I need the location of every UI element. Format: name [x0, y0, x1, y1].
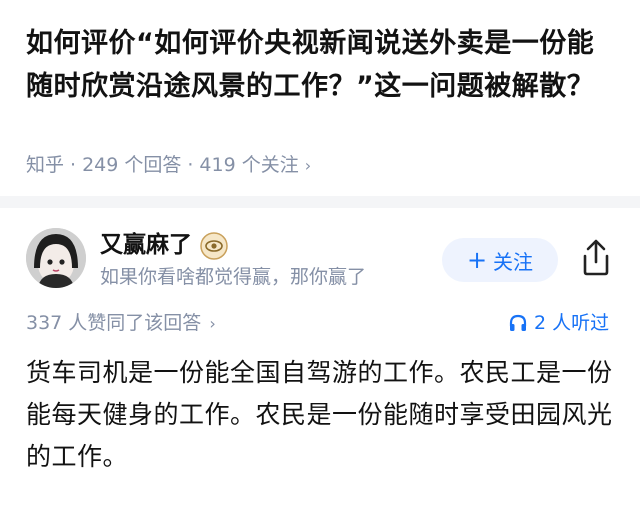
listen-info[interactable]: 2 人听过: [508, 310, 609, 336]
follow-label: 关注: [493, 249, 534, 274]
section-divider: [0, 196, 640, 208]
avatar-image: [26, 228, 86, 288]
question-title[interactable]: 如何评价“如何评价央视新闻说送外卖是一份能随时欣赏沿途风景的工作？”这一问题被解…: [26, 22, 616, 108]
avatar[interactable]: [26, 228, 86, 288]
author-name[interactable]: 又赢麻了: [100, 230, 192, 260]
plus-icon: +: [466, 246, 488, 274]
author-row: 又赢麻了 如果你看啥都觉得赢，那你赢了 + 关注: [0, 208, 640, 308]
upvote-summary[interactable]: 337 人赞同了该回答 ›: [26, 310, 216, 337]
answers-count: 249 个回答: [82, 154, 182, 176]
chevron-right-icon: ›: [209, 314, 216, 333]
meta-separator: ·: [70, 154, 77, 176]
eye-badge-icon: [200, 232, 228, 260]
followers-count: 419 个关注: [199, 154, 299, 176]
question-header: 如何评价“如何评价央视新闻说送外卖是一份能随时欣赏沿途风景的工作？”这一问题被解…: [0, 0, 640, 196]
share-icon[interactable]: [578, 238, 614, 278]
meta-separator: ·: [187, 154, 194, 176]
source-label: 知乎: [26, 154, 65, 176]
question-meta[interactable]: 知乎 · 249 个回答 · 419 个关注 ›: [26, 152, 311, 179]
author-bio: 如果你看啥都觉得赢，那你赢了: [100, 266, 367, 288]
answer-text[interactable]: 货车司机是一份能全国自驾游的工作。农民工是一份能每天健身的工作。农民是一份能随时…: [26, 352, 618, 478]
listen-count: 2 人听过: [534, 312, 610, 334]
follow-button[interactable]: + 关注: [442, 238, 558, 282]
stats-row: 337 人赞同了该回答 › 2 人听过: [0, 308, 640, 338]
upvote-count: 337 人赞同了该回答: [26, 312, 202, 334]
headphones-icon: [509, 314, 527, 331]
chevron-right-icon: ›: [304, 156, 312, 175]
